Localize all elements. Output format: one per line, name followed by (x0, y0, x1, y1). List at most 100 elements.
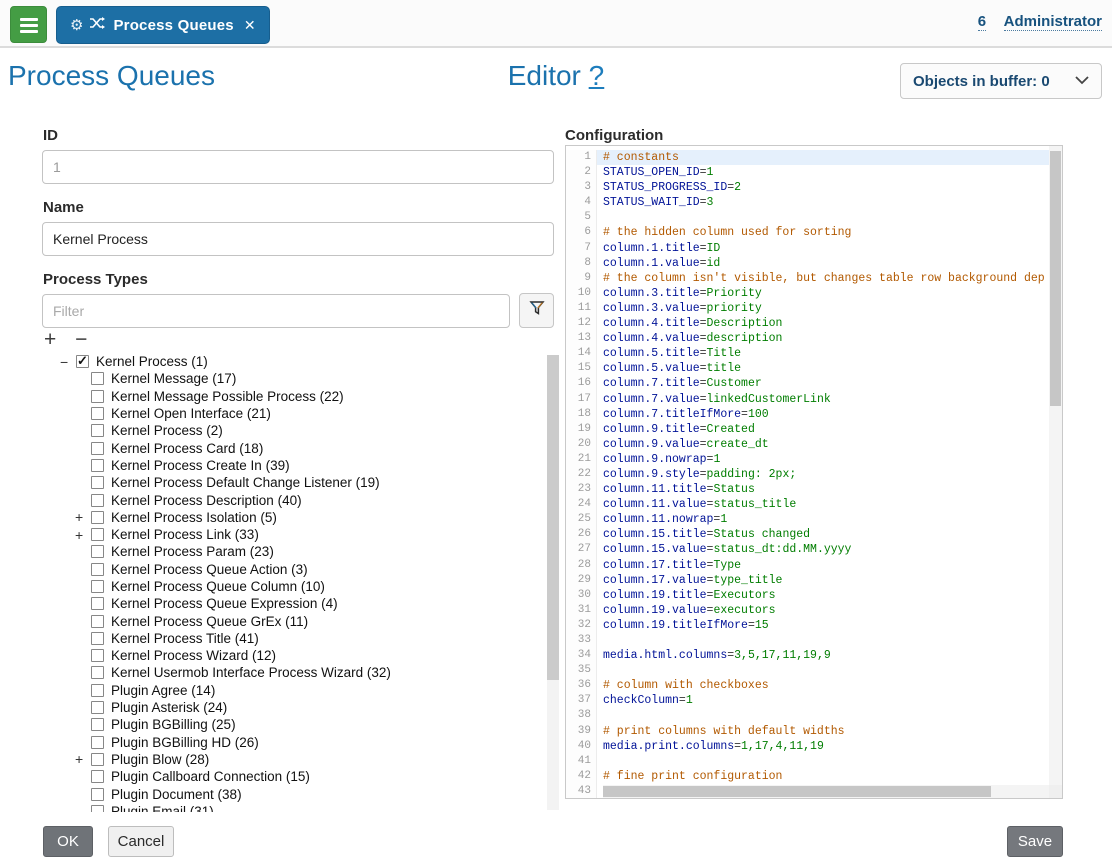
checkbox[interactable] (91, 372, 104, 385)
id-input[interactable] (42, 150, 554, 184)
expand-icon[interactable]: + (75, 509, 91, 525)
checkbox[interactable] (91, 770, 104, 783)
code-value: linkedCustomerLink (707, 393, 831, 406)
tree-item[interactable]: Plugin Document (38) (42, 785, 546, 802)
tree-item[interactable]: +Kernel Process Link (33) (42, 526, 546, 543)
tree-item[interactable]: Plugin Agree (14) (42, 682, 546, 699)
checkbox[interactable] (91, 494, 104, 507)
checkbox[interactable] (91, 615, 104, 628)
filter-input[interactable] (42, 294, 510, 328)
checkbox[interactable] (91, 545, 104, 558)
checkbox[interactable] (91, 649, 104, 662)
checkbox[interactable] (91, 528, 104, 541)
checkbox[interactable] (91, 390, 104, 403)
tree-item[interactable]: −Kernel Process (1) (42, 353, 546, 370)
checkbox[interactable] (91, 718, 104, 731)
tree-item[interactable]: Kernel Process Wizard (12) (42, 647, 546, 664)
collapse-all-button[interactable]: − (75, 328, 87, 351)
tree-item[interactable]: Plugin Asterisk (24) (42, 699, 546, 716)
tree-item[interactable]: Kernel Process Queue Column (10) (42, 578, 546, 595)
code-line: 36# column with checkboxes (566, 678, 1050, 693)
editor-vscroll-thumb[interactable] (1050, 151, 1061, 406)
code-equals: = (734, 740, 741, 753)
filter-button[interactable] (519, 293, 554, 328)
checkbox[interactable] (91, 563, 104, 576)
tree-scrollbar[interactable] (547, 355, 559, 810)
code-equals: = (700, 317, 707, 330)
tree-item[interactable]: +Plugin Blow (28) (42, 751, 546, 768)
tree-item[interactable]: Plugin BGBilling HD (26) (42, 734, 546, 751)
tree-item[interactable]: Kernel Process Default Change Listener (… (42, 474, 546, 491)
checkbox[interactable] (91, 701, 104, 714)
checkbox[interactable] (91, 788, 104, 801)
code-text: column.3.value=priority (597, 301, 1050, 316)
checkbox[interactable] (91, 407, 104, 420)
tab-process-queues[interactable]: ⚙ Process Queues ✕ (56, 6, 270, 44)
tree-item[interactable]: Kernel Process Queue Action (3) (42, 561, 546, 578)
checkbox[interactable] (91, 459, 104, 472)
tree-item[interactable]: Plugin Email (31) (42, 803, 546, 812)
tree-item[interactable]: +Kernel Process Isolation (5) (42, 509, 546, 526)
checkbox[interactable] (91, 805, 104, 812)
tree-item[interactable]: Kernel Process Create In (39) (42, 457, 546, 474)
checkbox[interactable] (91, 511, 104, 524)
name-input[interactable] (42, 222, 554, 256)
tree-scrollbar-thumb[interactable] (547, 355, 559, 680)
checkbox[interactable] (91, 442, 104, 455)
line-number: 11 (566, 301, 597, 316)
administrator-link[interactable]: Administrator (1004, 13, 1102, 31)
tree-item[interactable]: Kernel Process Description (40) (42, 491, 546, 508)
process-types-tree: −Kernel Process (1)Kernel Message (17)Ke… (42, 353, 546, 812)
tree-item[interactable]: Kernel Process Param (23) (42, 543, 546, 560)
line-number: 37 (566, 693, 597, 708)
checkbox[interactable] (91, 597, 104, 610)
tree-item[interactable]: Plugin BGBilling (25) (42, 716, 546, 733)
expand-icon[interactable]: + (75, 751, 91, 767)
collapse-icon[interactable]: − (60, 354, 76, 370)
code-value: executors (713, 604, 775, 617)
checkbox[interactable] (91, 736, 104, 749)
checkbox[interactable] (91, 753, 104, 766)
code-value: status_title (713, 498, 796, 511)
cancel-button[interactable]: Cancel (108, 826, 174, 857)
code-equals: = (679, 694, 686, 707)
hamburger-menu-button[interactable] (10, 6, 47, 43)
configuration-editor[interactable]: 1# constants2STATUS_OPEN_ID=13STATUS_PRO… (565, 145, 1063, 799)
tree-item[interactable]: Kernel Process Card (18) (42, 439, 546, 456)
line-number: 28 (566, 558, 597, 573)
checkbox[interactable] (91, 684, 104, 697)
expand-all-button[interactable]: + (44, 328, 56, 351)
tab-close-icon[interactable]: ✕ (244, 17, 256, 34)
save-button[interactable]: Save (1007, 826, 1063, 857)
objects-in-buffer-dropdown[interactable]: Objects in buffer: 0 (900, 63, 1102, 99)
tree-item[interactable]: Kernel Process Queue Expression (4) (42, 595, 546, 612)
tree-item[interactable]: Kernel Process Queue GrEx (11) (42, 612, 546, 629)
tree-item[interactable]: Kernel Process (2) (42, 422, 546, 439)
checkbox[interactable] (76, 355, 89, 368)
code-line: 18column.7.titleIfMore=100 (566, 407, 1050, 422)
tree-item[interactable]: Kernel Message (17) (42, 370, 546, 387)
notification-count-link[interactable]: 6 (978, 13, 986, 31)
editor-horizontal-scrollbar[interactable] (603, 785, 1049, 798)
editor-hscroll-thumb[interactable] (603, 786, 991, 797)
line-number: 15 (566, 361, 597, 376)
help-link[interactable]: ? (589, 60, 605, 91)
tree-item[interactable]: Kernel Open Interface (21) (42, 405, 546, 422)
code-key: checkColumn (603, 694, 679, 707)
editor-vertical-scrollbar[interactable] (1049, 146, 1062, 785)
tree-item[interactable]: Plugin Callboard Connection (15) (42, 768, 546, 785)
code-line: 16column.7.title=Customer (566, 376, 1050, 391)
tree-item[interactable]: Kernel Process Title (41) (42, 630, 546, 647)
line-number: 10 (566, 286, 597, 301)
checkbox[interactable] (91, 580, 104, 593)
checkbox[interactable] (91, 424, 104, 437)
checkbox[interactable] (91, 476, 104, 489)
tree-item[interactable]: Kernel Message Possible Process (22) (42, 388, 546, 405)
checkbox[interactable] (91, 666, 104, 679)
code-line: 40media.print.columns=1,17,4,11,19 (566, 739, 1050, 754)
tree-item[interactable]: Kernel Usermob Interface Process Wizard … (42, 664, 546, 681)
ok-button[interactable]: OK (43, 826, 93, 857)
expand-icon[interactable]: + (75, 527, 91, 543)
checkbox[interactable] (91, 632, 104, 645)
line-number: 38 (566, 708, 597, 723)
